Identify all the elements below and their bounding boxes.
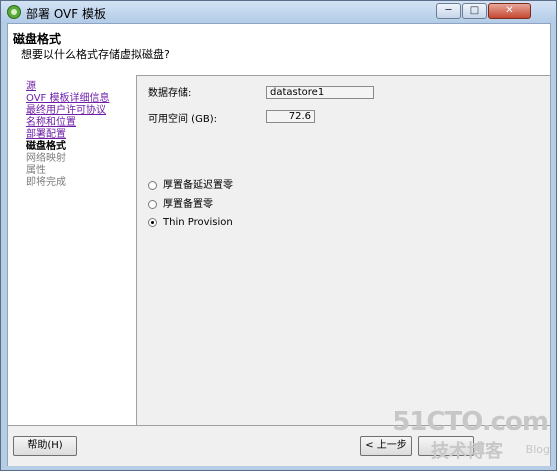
watermark-logo: 51CTO.com: [392, 407, 549, 437]
close-button[interactable]: ✕: [488, 3, 531, 19]
step-deployment-config[interactable]: 部署配置: [26, 129, 66, 140]
vsphere-app-icon: [7, 5, 21, 19]
step-disk-format: 磁盘格式: [26, 141, 66, 152]
help-button[interactable]: 帮助(H): [13, 436, 77, 456]
minimize-button[interactable]: ─: [436, 3, 461, 19]
step-name-location[interactable]: 名称和位置: [26, 117, 76, 128]
datastore-label: 数据存储:: [148, 88, 192, 99]
step-ready-to-complete: 即将完成: [26, 177, 66, 188]
page-subtitle: 想要以什么格式存储虚拟磁盘?: [21, 48, 170, 61]
step-network-mapping: 网络映射: [26, 153, 66, 164]
step-source[interactable]: 源: [26, 81, 36, 92]
back-button[interactable]: < 上一步: [360, 436, 412, 456]
deploy-ovf-window: 部署 OVF 模板 ─ □ ✕ 磁盘格式 想要以什么格式存储虚拟磁盘? 源 OV…: [0, 0, 557, 471]
steps-panel: 源 OVF 模板详细信息 最终用户许可协议 名称和位置 部署配置 磁盘格式 网络…: [8, 75, 137, 425]
option-label: 厚置备延迟置零: [163, 180, 233, 191]
wizard-client: 磁盘格式 想要以什么格式存储虚拟磁盘? 源 OVF 模板详细信息 最终用户许可协…: [7, 23, 551, 466]
title-bar[interactable]: 部署 OVF 模板 ─ □ ✕: [1, 1, 556, 23]
option-label: Thin Provision: [163, 217, 233, 228]
watermark-blog: Blog: [525, 443, 550, 456]
wizard-header: 磁盘格式 想要以什么格式存储虚拟磁盘?: [8, 24, 550, 76]
step-properties: 属性: [26, 165, 46, 176]
step-ovf-details[interactable]: OVF 模板详细信息: [26, 93, 109, 104]
page-title: 磁盘格式: [13, 32, 62, 46]
step-eula[interactable]: 最终用户许可协议: [26, 105, 106, 116]
radio-thin-provision[interactable]: [148, 218, 157, 227]
datastore-field: datastore1: [266, 86, 374, 99]
maximize-button[interactable]: □: [462, 3, 487, 19]
option-label: 厚置备置零: [163, 199, 213, 210]
disk-format-content: 数据存储: datastore1 可用空间 (GB): 72.6 厚置备延迟置零…: [137, 75, 550, 425]
window-title: 部署 OVF 模板: [26, 7, 106, 21]
watermark-subtitle: 技术博客: [431, 441, 503, 462]
free-space-label: 可用空间 (GB):: [148, 114, 217, 125]
free-space-field: 72.6: [266, 110, 315, 123]
radio-thick-lazy-zeroed[interactable]: [148, 181, 157, 190]
steps-list: 源 OVF 模板详细信息 最终用户许可协议 名称和位置 部署配置 磁盘格式 网络…: [26, 81, 109, 189]
radio-thick-eager-zeroed[interactable]: [148, 200, 157, 209]
